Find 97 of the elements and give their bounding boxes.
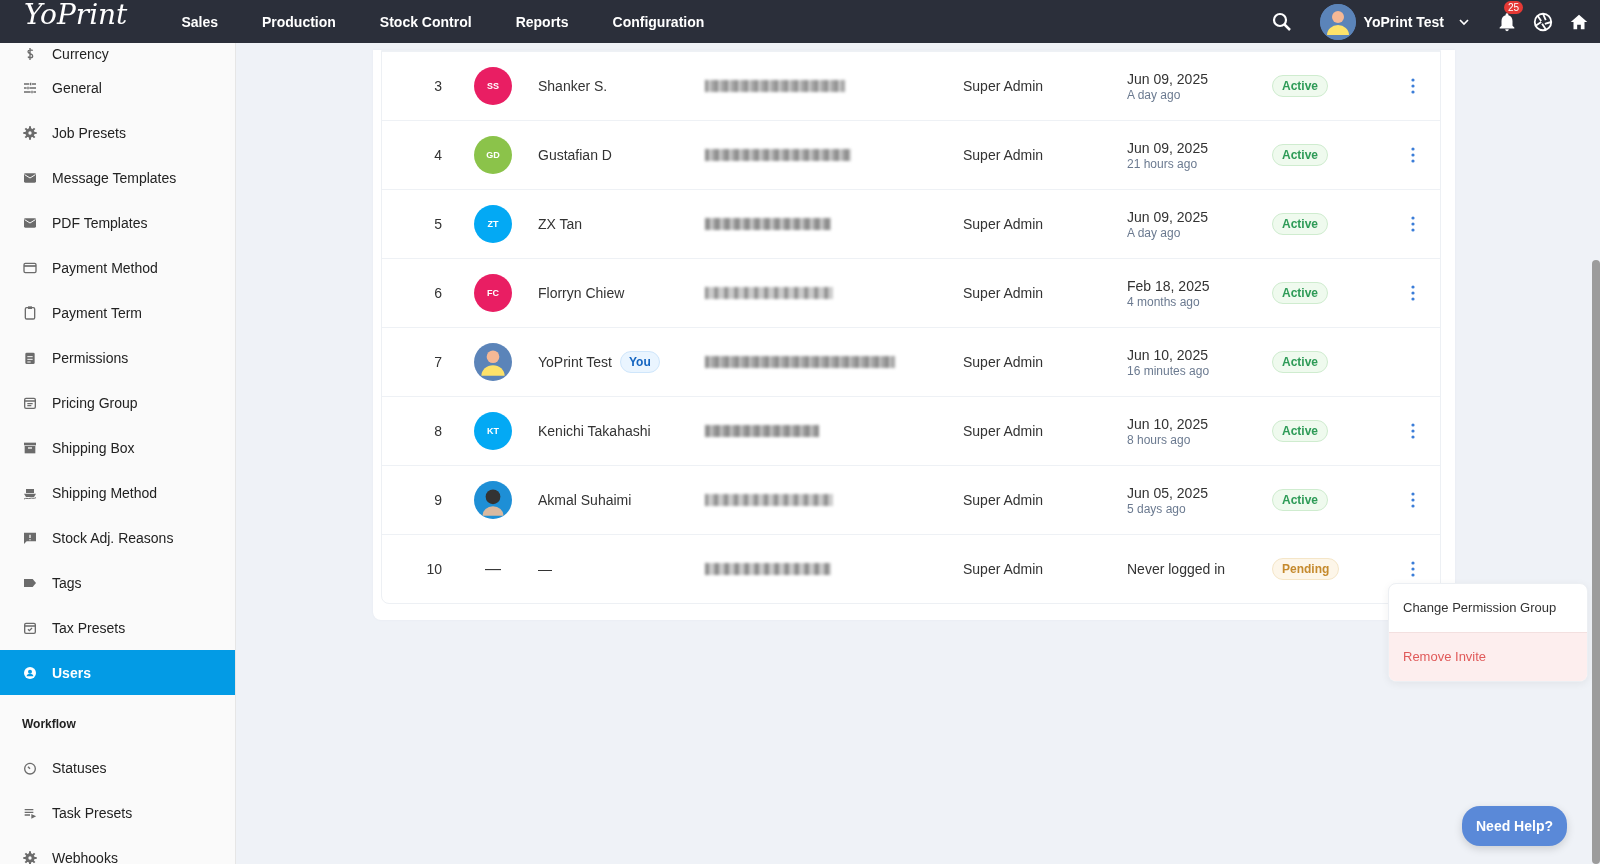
row-number: 5 [433, 216, 443, 232]
user-role: Super Admin [963, 216, 1045, 232]
nav-link[interactable]: Configuration [590, 13, 727, 30]
user-avatar [474, 481, 512, 519]
last-login-relative: 21 hours ago [1127, 156, 1199, 171]
sidebar-item[interactable]: Statuses [0, 745, 235, 790]
sidebar-item[interactable]: Permissions [0, 335, 235, 380]
last-login-date: Jun 10, 2025 [1127, 415, 1209, 432]
nav-link[interactable]: Reports [493, 13, 591, 30]
sidebar-item[interactable]: Message Templates [0, 155, 235, 200]
nav-link[interactable]: Stock Control [357, 13, 494, 30]
last-login-relative: A day ago [1127, 87, 1182, 102]
more-vertical-icon [1411, 285, 1415, 301]
user-avatar: FC [474, 274, 512, 312]
help-button[interactable]: Need Help? [1462, 806, 1567, 846]
more-vertical-icon [1411, 561, 1415, 577]
sidebar-item[interactable]: Payment Term [0, 290, 235, 335]
last-login-relative: 4 months ago [1127, 294, 1201, 309]
scrollbar-thumb[interactable] [1592, 260, 1600, 864]
gear-icon [22, 124, 38, 141]
user-role: Super Admin [963, 561, 1045, 577]
last-login-date: Jun 09, 2025 [1127, 70, 1209, 87]
user-name[interactable]: YoPrint Test [1363, 13, 1444, 30]
sidebar-item[interactable]: Pricing Group [0, 380, 235, 425]
more-vertical-icon [1411, 147, 1415, 163]
user-name: — [538, 561, 552, 577]
last-login-date: Jun 09, 2025 [1127, 139, 1209, 156]
notification-badge: 25 [1504, 0, 1524, 14]
nav-link[interactable]: Production [239, 13, 358, 30]
status-badge: Active [1272, 489, 1329, 511]
status-badge: Active [1272, 351, 1329, 373]
status-badge: Active [1272, 213, 1329, 235]
app-logo[interactable]: YoPrint [24, 0, 128, 31]
row-number: 8 [433, 423, 443, 439]
last-login-date: Jun 10, 2025 [1127, 346, 1209, 363]
sidebar-item[interactable]: General [0, 65, 235, 110]
sidebar-item[interactable]: Stock Adj. Reasons [0, 515, 235, 560]
last-login-date: Never logged in [1127, 561, 1227, 577]
status-badge: Active [1272, 144, 1329, 166]
user-role: Super Admin [963, 492, 1045, 508]
sidebar-item[interactable]: PDF Templates [0, 200, 235, 245]
sidebar-item[interactable]: Tax Presets [0, 605, 235, 650]
more-vertical-icon [1411, 216, 1415, 232]
you-badge: You [619, 351, 660, 373]
more-vertical-icon [1411, 423, 1415, 439]
user-name: Shanker S. [538, 78, 608, 94]
user-avatar: SS [474, 67, 512, 105]
sidebar-item[interactable]: Shipping Method [0, 470, 235, 515]
nav-link[interactable]: Sales [159, 13, 240, 30]
status-badge: Active [1272, 282, 1329, 304]
user-name: Florryn Chiew [538, 285, 625, 301]
sidebar-item[interactable]: Shipping Box [0, 425, 235, 470]
row-number: 6 [433, 285, 443, 301]
menu-item[interactable]: Change Permission Group [1389, 584, 1587, 632]
section-title: Workflow [21, 716, 77, 733]
user-name: YoPrint Test [538, 354, 612, 370]
last-login-relative: 5 days ago [1127, 501, 1187, 516]
sidebar-item[interactable]: Tags [0, 560, 235, 605]
sidebar-item[interactable]: Webhooks [0, 835, 235, 864]
row-number: 10 [425, 561, 443, 577]
user-role: Super Admin [963, 354, 1045, 370]
user-role: Super Admin [963, 285, 1045, 301]
sidebar-item[interactable]: Currency [0, 43, 235, 65]
user-role: Super Admin [963, 147, 1045, 163]
last-login-relative: 16 minutes ago [1127, 363, 1211, 378]
last-login-relative: A day ago [1127, 225, 1182, 240]
last-login-date: Feb 18, 2025 [1127, 277, 1211, 294]
user-name: ZX Tan [538, 216, 583, 232]
status-badge: Active [1272, 75, 1329, 97]
user-avatar [474, 343, 512, 381]
sidebar-item[interactable]: Payment Method [0, 245, 235, 290]
sidebar-item[interactable]: Job Presets [0, 110, 235, 155]
user-name: Akmal Suhaimi [538, 492, 632, 508]
more-vertical-icon [1411, 492, 1415, 508]
user-avatar: KT [474, 412, 512, 450]
user-avatar[interactable] [1319, 3, 1356, 40]
more-vertical-icon [1411, 78, 1415, 94]
row-number: 7 [433, 354, 443, 370]
last-login-relative: 8 hours ago [1127, 432, 1192, 447]
aperture-icon[interactable] [1532, 10, 1554, 33]
user-name: Gustafian D [538, 147, 612, 163]
last-login-date: Jun 05, 2025 [1127, 484, 1209, 501]
last-login-date: Jun 09, 2025 [1127, 208, 1209, 225]
status-badge: Pending [1272, 558, 1340, 580]
status-badge: Active [1272, 420, 1329, 442]
user-avatar: ZT [474, 205, 512, 243]
user-avatar: GD [474, 136, 512, 174]
row-number: 9 [433, 492, 443, 508]
user-circle-icon [22, 664, 38, 681]
sidebar-item[interactable]: Task Presets [0, 790, 235, 835]
clipboard-icon [22, 304, 38, 321]
user-name: Kenichi Takahashi [538, 423, 651, 439]
row-number: 3 [433, 78, 443, 94]
empty-avatar: — [485, 560, 501, 577]
user-role: Super Admin [963, 78, 1045, 94]
row-number: 4 [433, 147, 443, 163]
user-role: Super Admin [963, 423, 1045, 439]
